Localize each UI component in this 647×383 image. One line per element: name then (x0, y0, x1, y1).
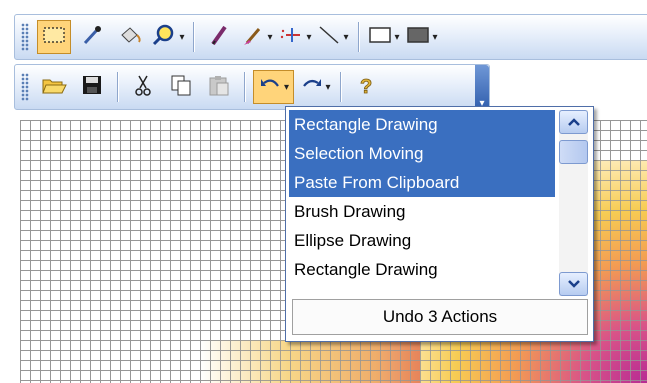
copy-icon (169, 73, 193, 102)
chevron-down-icon[interactable]: ▾ (326, 82, 331, 93)
standard-toolbar: ▾ ▾ ? ▾ (14, 64, 490, 110)
undo-history-dropdown: Rectangle Drawing Selection Moving Paste… (285, 106, 594, 342)
line-icon (317, 23, 341, 52)
scroll-down-button[interactable] (559, 272, 588, 296)
scroll-up-button[interactable] (559, 110, 588, 134)
brush-icon (241, 23, 265, 52)
undo-button[interactable]: ▾ (253, 70, 295, 104)
list-item[interactable]: Selection Moving (289, 139, 555, 168)
spray-button[interactable]: ▾ (278, 20, 312, 54)
cut-button[interactable] (126, 70, 160, 104)
list-item[interactable]: Rectangle Drawing (289, 110, 555, 139)
cut-icon (132, 73, 154, 102)
color-picker-button[interactable] (75, 20, 109, 54)
save-icon (80, 73, 104, 102)
scroll-thumb[interactable] (559, 140, 588, 164)
help-icon: ? (355, 73, 377, 102)
toolbar-separator (193, 22, 194, 52)
svg-text:?: ? (360, 76, 372, 97)
rectangle-outline-button[interactable]: ▾ (367, 20, 401, 54)
toolbar-grip[interactable] (21, 73, 29, 101)
fill-bucket-button[interactable] (113, 20, 147, 54)
rectangle-select-button[interactable] (37, 20, 71, 54)
toolbar-separator (117, 72, 118, 102)
rectangle-select-icon (42, 25, 66, 50)
zoom-button[interactable]: ▾ (151, 20, 185, 54)
open-folder-icon (40, 73, 68, 102)
help-button[interactable]: ? (349, 70, 383, 104)
spray-icon (278, 23, 304, 52)
vertical-scrollbar[interactable] (559, 110, 588, 296)
list-item[interactable]: Ellipse Drawing (289, 226, 555, 255)
chevron-down-icon (567, 280, 580, 288)
fill-bucket-icon (117, 23, 143, 52)
undo-count-label: Undo 3 Actions (292, 299, 588, 335)
chevron-down-icon[interactable]: ▾ (284, 82, 289, 93)
redo-icon (300, 74, 324, 101)
save-button[interactable] (75, 70, 109, 104)
color-picker-icon (80, 23, 104, 52)
chevron-up-icon (567, 118, 580, 126)
list-item[interactable]: Brush Drawing (289, 197, 555, 226)
list-item[interactable]: Paste From Clipboard (289, 168, 555, 197)
chevron-down-icon[interactable]: ▾ (343, 32, 348, 43)
rectangle-outline-icon (368, 25, 392, 50)
line-button[interactable]: ▾ (316, 20, 350, 54)
pencil-icon (208, 23, 230, 52)
copy-button[interactable] (164, 70, 198, 104)
pencil-button[interactable] (202, 20, 236, 54)
undo-icon (258, 74, 282, 101)
chevron-down-icon[interactable]: ▾ (394, 32, 399, 43)
paste-icon (207, 73, 231, 102)
chevron-down-icon[interactable]: ▾ (179, 32, 184, 43)
toolbar-overflow-button[interactable]: ▾ (475, 65, 489, 109)
redo-button[interactable]: ▾ (298, 70, 332, 104)
brush-button[interactable]: ▾ (240, 20, 274, 54)
tools-toolbar: ▾ ▾ ▾ ▾ ▾ ▾ (14, 14, 647, 60)
chevron-down-icon[interactable]: ▾ (306, 32, 311, 43)
chevron-down-icon[interactable]: ▾ (432, 32, 437, 43)
chevron-down-icon[interactable]: ▾ (267, 32, 272, 43)
paste-button[interactable] (202, 70, 236, 104)
open-button[interactable] (37, 70, 71, 104)
toolbar-separator (340, 72, 342, 102)
toolbar-separator (358, 22, 359, 52)
rectangle-filled-icon (406, 25, 430, 50)
undo-history-list: Rectangle Drawing Selection Moving Paste… (289, 110, 555, 284)
list-item[interactable]: Rectangle Drawing (289, 255, 555, 284)
toolbar-grip[interactable] (21, 23, 29, 51)
rectangle-filled-button[interactable]: ▾ (405, 20, 439, 54)
zoom-icon (151, 23, 177, 52)
toolbar-separator (244, 72, 245, 102)
